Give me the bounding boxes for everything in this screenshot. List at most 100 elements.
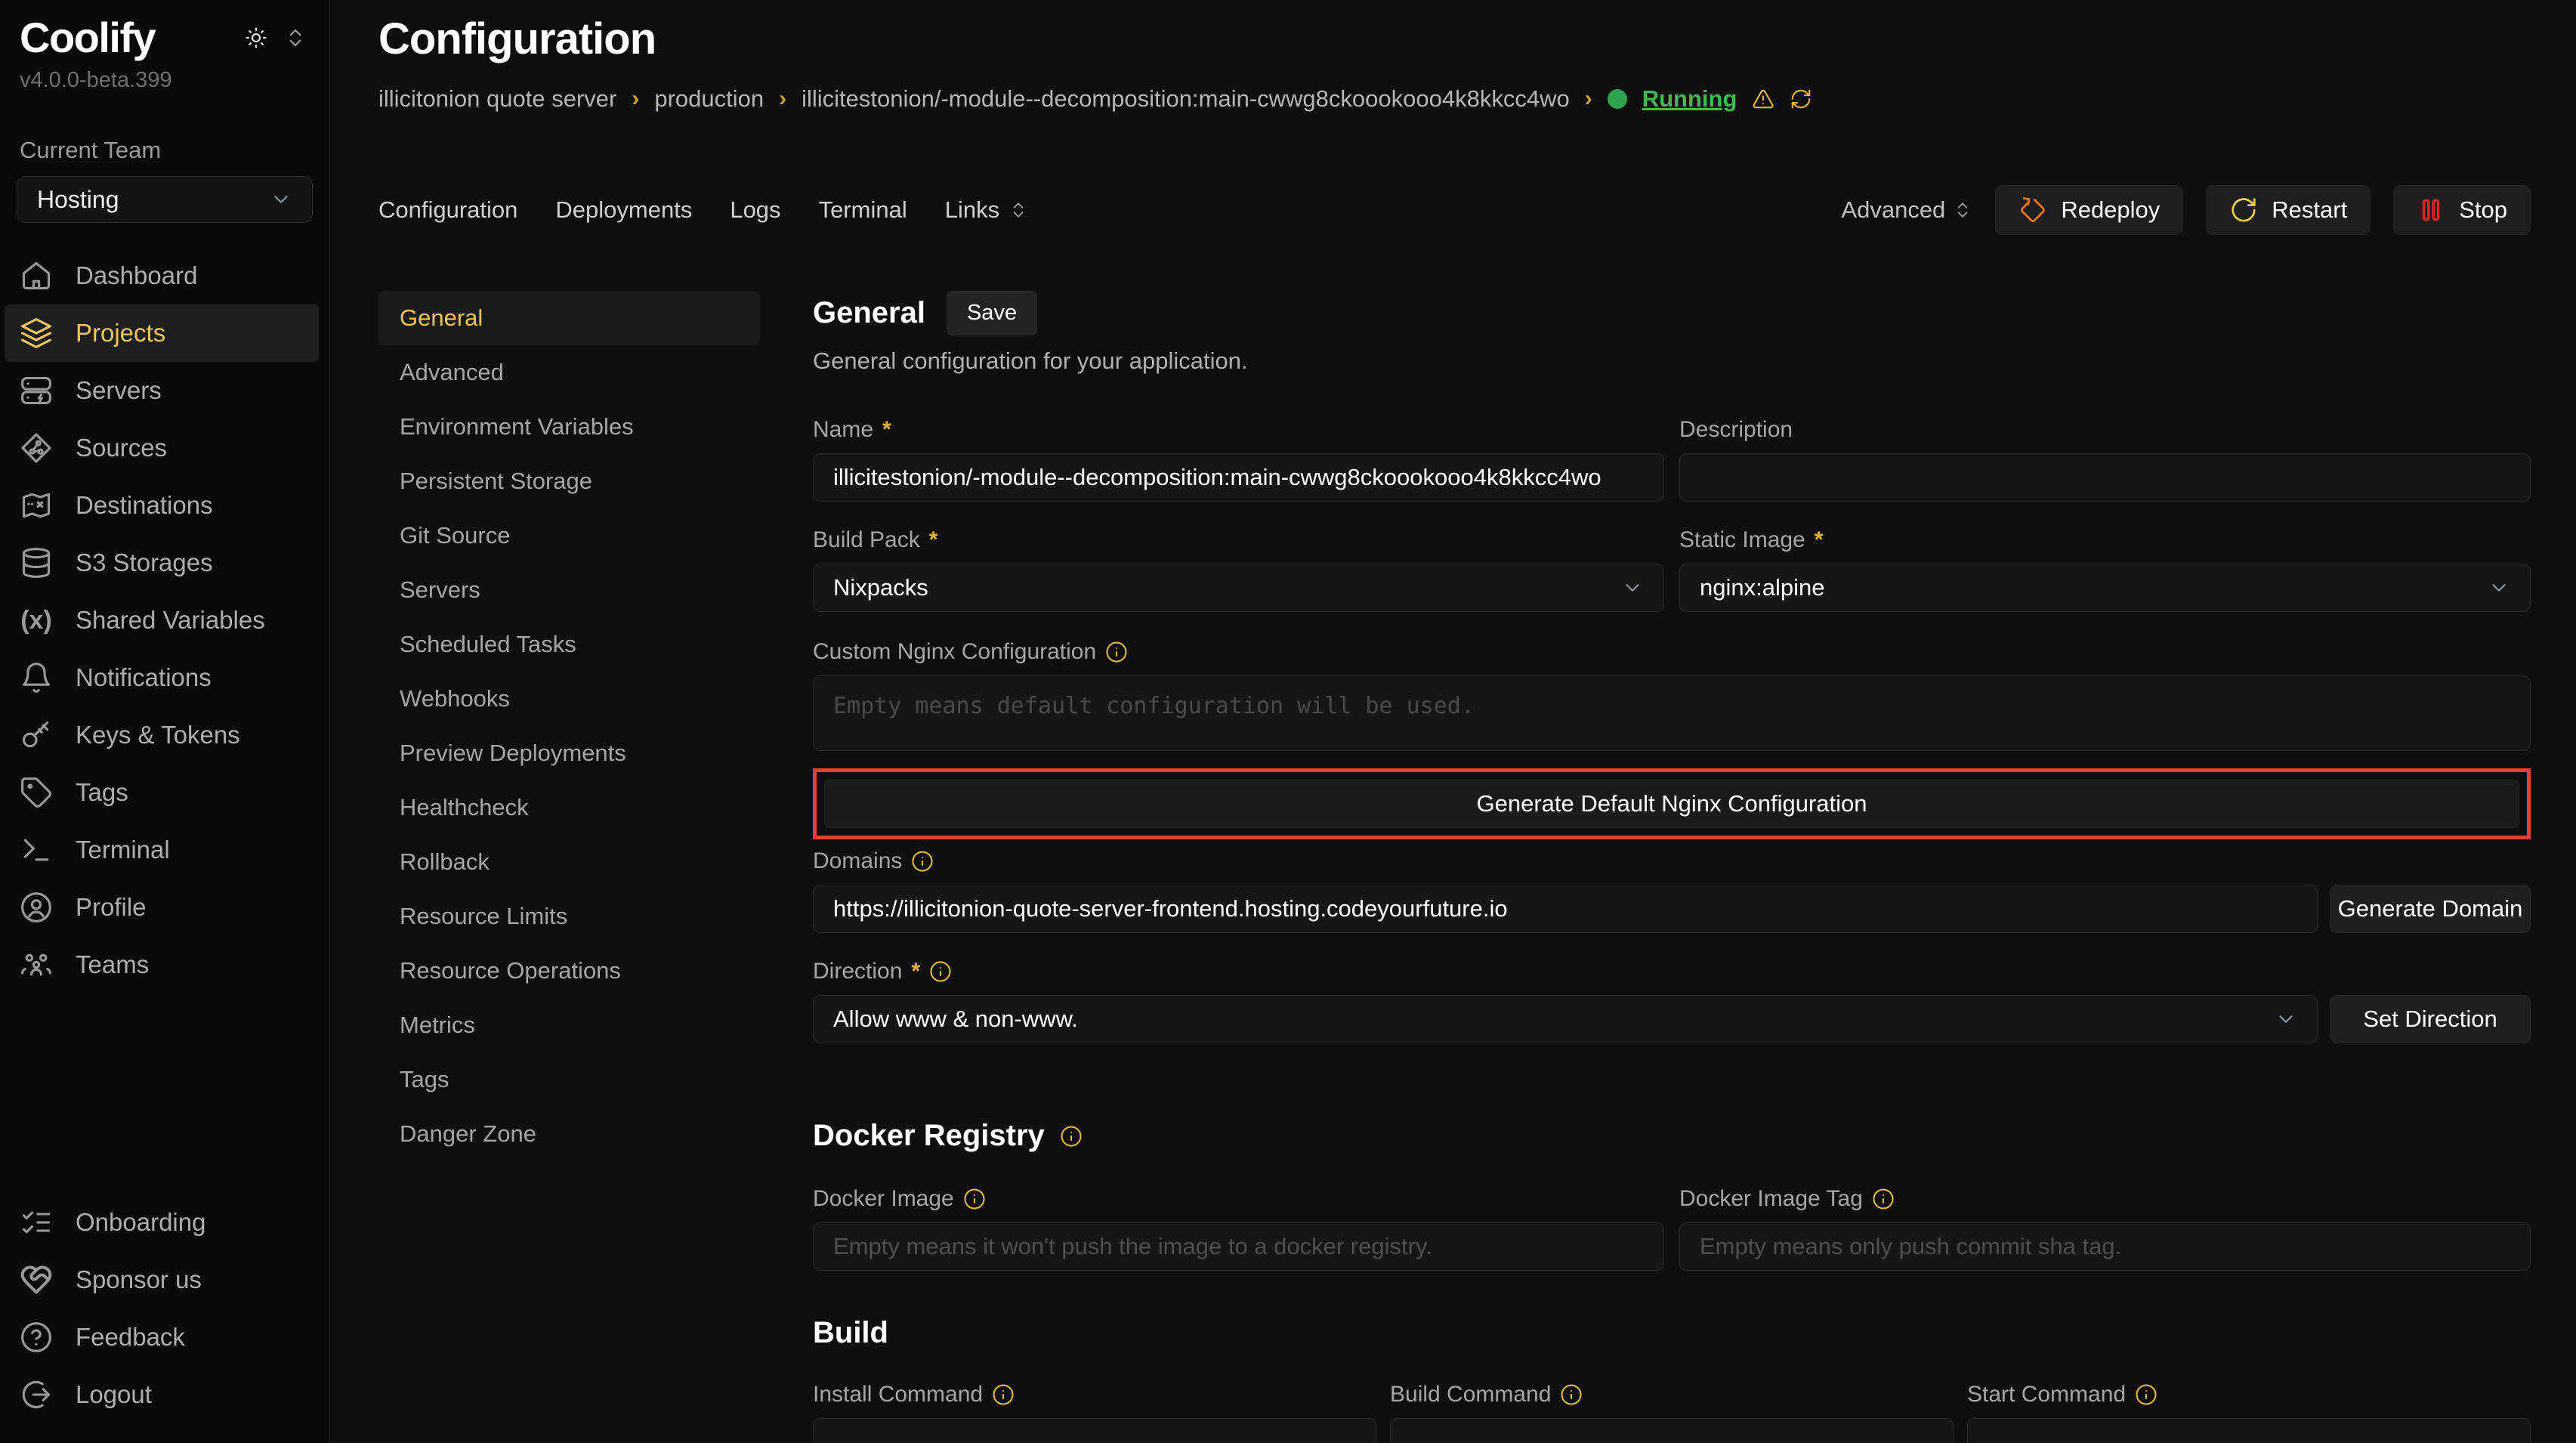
sidebar: Coolify v4.0.0-beta.399 Current Team Hos… xyxy=(0,0,330,1443)
docker-image-tag-input[interactable] xyxy=(1679,1222,2531,1271)
start-command-input[interactable] xyxy=(1967,1418,2531,1443)
subnav-git-source[interactable]: Git Source xyxy=(378,508,760,563)
subnav-healthcheck[interactable]: Healthcheck xyxy=(378,780,760,835)
info-icon[interactable] xyxy=(1872,1188,1895,1210)
advanced-dropdown[interactable]: Advanced xyxy=(1841,196,1972,224)
info-icon[interactable] xyxy=(963,1188,986,1210)
sidebar-item-label: Teams xyxy=(76,950,149,979)
info-icon[interactable] xyxy=(992,1383,1015,1406)
sidebar-item-label: Servers xyxy=(76,376,162,405)
sidebar-item-label: Notifications xyxy=(76,663,212,692)
docker-image-tag-label: Docker Image Tag xyxy=(1679,1186,2531,1212)
save-button[interactable]: Save xyxy=(947,291,1037,335)
sidebar-item-sources[interactable]: Sources xyxy=(0,419,329,477)
list-checks-icon xyxy=(20,1206,53,1239)
subnav-advanced[interactable]: Advanced xyxy=(378,345,760,400)
nginx-config-textarea[interactable] xyxy=(813,675,2531,751)
sidebar-item-sponsor[interactable]: Sponsor us xyxy=(0,1251,329,1309)
docker-registry-heading: Docker Registry xyxy=(813,1119,2531,1153)
install-command-input[interactable] xyxy=(813,1418,1376,1443)
sidebar-item-projects[interactable]: Projects xyxy=(5,304,319,362)
restart-button[interactable]: Restart xyxy=(2206,185,2371,235)
parentheses-x-icon: (x) xyxy=(20,606,53,635)
sidebar-item-tags[interactable]: Tags xyxy=(0,764,329,821)
current-team-label: Current Team xyxy=(20,137,310,164)
redeploy-button[interactable]: Redeploy xyxy=(1995,185,2183,235)
general-form: General Save General configuration for y… xyxy=(813,291,2531,1443)
info-icon[interactable] xyxy=(1105,641,1128,663)
annotation-highlight-box: Generate Default Nginx Configuration xyxy=(813,768,2531,839)
sidebar-item-notifications[interactable]: Notifications xyxy=(0,649,329,706)
domains-input[interactable] xyxy=(813,885,2318,933)
name-input[interactable] xyxy=(813,453,1664,502)
sidebar-item-servers[interactable]: Servers xyxy=(0,362,329,419)
sidebar-item-dashboard[interactable]: Dashboard xyxy=(0,247,329,304)
subnav-resource-limits[interactable]: Resource Limits xyxy=(378,889,760,944)
subnav-preview-deployments[interactable]: Preview Deployments xyxy=(378,726,760,780)
tab-configuration[interactable]: Configuration xyxy=(378,196,517,224)
subnav-general[interactable]: General xyxy=(378,291,760,345)
subnav-scheduled-tasks[interactable]: Scheduled Tasks xyxy=(378,617,760,672)
collapse-chevrons-icon[interactable] xyxy=(284,26,307,49)
sidebar-item-label: Dashboard xyxy=(76,261,197,290)
build-command-input[interactable] xyxy=(1390,1418,1954,1443)
docker-image-input[interactable] xyxy=(813,1222,1664,1271)
app-version: v4.0.0-beta.399 xyxy=(0,68,329,93)
info-icon[interactable] xyxy=(2135,1383,2157,1406)
help-circle-icon xyxy=(20,1321,53,1354)
tab-deployments[interactable]: Deployments xyxy=(555,196,692,224)
breadcrumb-separator: › xyxy=(632,86,639,112)
sidebar-item-label: Sources xyxy=(76,434,167,462)
subnav-danger-zone[interactable]: Danger Zone xyxy=(378,1107,760,1161)
sidebar-item-terminal[interactable]: Terminal xyxy=(0,821,329,879)
subnav-rollback[interactable]: Rollback xyxy=(378,835,760,889)
static-image-value: nginx:alpine xyxy=(1700,574,1824,601)
subnav-tags[interactable]: Tags xyxy=(378,1052,760,1107)
sidebar-item-destinations[interactable]: Destinations xyxy=(0,477,329,534)
settings-subnav: General Advanced Environment Variables P… xyxy=(378,291,760,1443)
home-icon xyxy=(20,259,53,292)
info-icon[interactable] xyxy=(1060,1125,1083,1148)
restart-label: Restart xyxy=(2272,196,2347,224)
static-image-select[interactable]: nginx:alpine xyxy=(1679,564,2531,612)
subnav-metrics[interactable]: Metrics xyxy=(378,998,760,1052)
info-icon[interactable] xyxy=(1560,1383,1583,1406)
sidebar-item-label: Profile xyxy=(76,893,147,922)
tab-logs[interactable]: Logs xyxy=(730,196,780,224)
info-icon[interactable] xyxy=(911,850,934,873)
warning-triangle-icon[interactable] xyxy=(1752,88,1774,110)
subnav-servers[interactable]: Servers xyxy=(378,563,760,617)
sidebar-item-profile[interactable]: Profile xyxy=(0,879,329,936)
tab-terminal[interactable]: Terminal xyxy=(819,196,907,224)
sidebar-item-onboarding[interactable]: Onboarding xyxy=(0,1194,329,1251)
breadcrumb-project[interactable]: illicitonion quote server xyxy=(378,85,616,113)
layers-icon xyxy=(20,317,53,350)
heart-handshake-icon xyxy=(20,1263,53,1296)
sidebar-item-keys-tokens[interactable]: Keys & Tokens xyxy=(0,706,329,764)
tab-links[interactable]: Links xyxy=(945,196,1028,224)
breadcrumb-application[interactable]: illicitestonion/-module--decomposition:m… xyxy=(802,85,1570,113)
sidebar-item-feedback[interactable]: Feedback xyxy=(0,1309,329,1366)
subnav-resource-operations[interactable]: Resource Operations xyxy=(378,944,760,998)
set-direction-button[interactable]: Set Direction xyxy=(2330,995,2531,1043)
build-pack-select[interactable]: Nixpacks xyxy=(813,564,1664,612)
info-icon[interactable] xyxy=(929,960,952,983)
direction-select[interactable]: Allow www & non-www. xyxy=(813,995,2318,1043)
chevron-down-icon xyxy=(270,188,292,211)
refresh-icon[interactable] xyxy=(1790,88,1812,110)
subnav-persistent-storage[interactable]: Persistent Storage xyxy=(378,454,760,508)
sidebar-item-shared-variables[interactable]: (x) Shared Variables xyxy=(0,592,329,649)
generate-domain-button[interactable]: Generate Domain xyxy=(2330,885,2531,933)
sidebar-item-s3-storages[interactable]: S3 Storages xyxy=(0,534,329,592)
description-input[interactable] xyxy=(1679,453,2531,502)
sidebar-item-teams[interactable]: Teams xyxy=(0,936,329,993)
team-select[interactable]: Hosting xyxy=(17,176,313,223)
generate-nginx-config-button[interactable]: Generate Default Nginx Configuration xyxy=(824,780,2519,828)
sidebar-item-logout[interactable]: Logout xyxy=(0,1366,329,1423)
breadcrumb-environment[interactable]: production xyxy=(654,85,764,113)
subnav-webhooks[interactable]: Webhooks xyxy=(378,672,760,726)
theme-sun-icon[interactable] xyxy=(245,26,267,49)
subnav-environment-variables[interactable]: Environment Variables xyxy=(378,400,760,454)
status-badge[interactable]: Running xyxy=(1642,85,1737,113)
stop-button[interactable]: Stop xyxy=(2393,185,2531,235)
